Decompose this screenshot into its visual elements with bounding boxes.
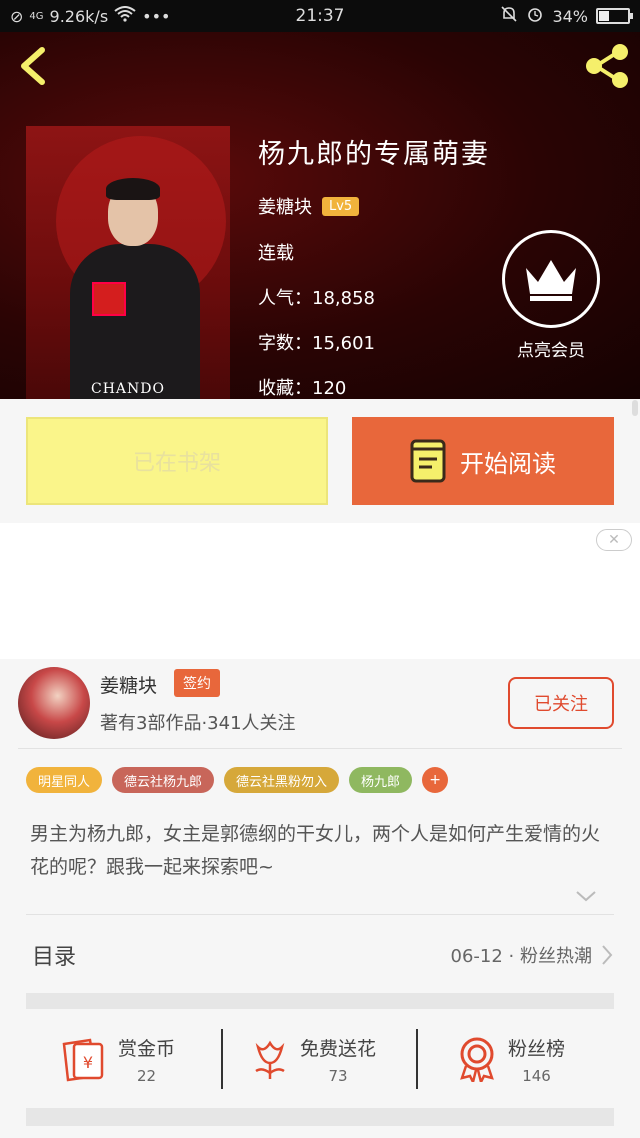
table-of-contents-row[interactable]: 目录 06-12 · 粉丝热潮 [0, 915, 640, 993]
book-favorites: 收藏：120 [258, 378, 347, 399]
book-word-count: 字数：15,601 [258, 333, 375, 354]
book-description: 男主为杨九郎，女主是郭德纲的干女儿，两个人是如何产生爱情的火花的呢？跟我一起来探… [30, 823, 601, 878]
chevron-right-icon [602, 945, 613, 965]
flower-icon [255, 1040, 285, 1079]
ad-close-button[interactable]: ✕ [596, 529, 632, 551]
share-button[interactable] [582, 42, 632, 90]
battery-icon [596, 8, 633, 24]
action-name: 免费送花 [300, 1037, 377, 1060]
start-reading-button[interactable]: 开始阅读 [352, 417, 614, 505]
book-info: 杨九郎的专属萌妻 姜糖块 Lv5 连载 人气：18,858 字数：15,601 … [258, 132, 490, 399]
send-flower-button[interactable]: 免费送花 73 [250, 1027, 376, 1091]
scrollbar[interactable] [632, 400, 638, 416]
toc-label: 目录 [32, 945, 77, 970]
book-status: 连载 [258, 243, 294, 264]
separator [416, 1029, 418, 1089]
action-name: 赏金币 [118, 1037, 176, 1060]
book-icon [410, 439, 446, 483]
svg-text:¥: ¥ [83, 1053, 93, 1072]
tag-item[interactable]: 杨九郎 [349, 767, 413, 793]
in-shelf-button[interactable]: 已在书架 [26, 417, 328, 505]
vip-label: 点亮会员 [517, 341, 585, 361]
mute-bell-icon [500, 5, 518, 27]
follow-button[interactable]: 已关注 [508, 677, 614, 729]
tag-item[interactable]: 明星同人 [26, 767, 103, 793]
author-stats: 著有3部作品·341人关注 [100, 713, 296, 734]
crown-icon [502, 230, 600, 328]
section-band [26, 1108, 614, 1126]
level-badge: Lv5 [322, 196, 360, 216]
alarm-icon [526, 5, 544, 27]
separator [221, 1029, 223, 1089]
start-reading-label: 开始阅读 [460, 449, 556, 478]
action-buttons: 已在书架 开始阅读 [0, 399, 640, 523]
share-icon [586, 44, 628, 88]
no-disturb-icon: ⊘ [10, 6, 24, 26]
book-author[interactable]: 姜糖块 [258, 193, 312, 219]
cover-figure-body [70, 244, 200, 399]
coin-envelope-icon: ¥ [62, 1038, 104, 1082]
vip-button[interactable]: 点亮会员 [502, 230, 600, 361]
book-cover[interactable]: CHANDO [26, 126, 230, 399]
tag-list: 明星同人 德云社杨九郎 德云社黑粉勿入 杨九郎 + [26, 767, 449, 793]
network-label: 4G [29, 10, 44, 22]
book-popularity: 人气：18,858 [258, 288, 375, 309]
book-header: CHANDO 杨九郎的专属萌妻 姜糖块 Lv5 连载 人气：18,858 字数：… [0, 32, 640, 399]
wifi-icon [114, 6, 136, 26]
back-button[interactable] [14, 44, 54, 88]
action-count: 22 [136, 1066, 157, 1085]
medal-icon [460, 1037, 494, 1082]
reward-actions: ¥ 赏金币 22 免费送花 73 粉丝榜 146 [0, 1009, 640, 1109]
toc-update: 06-12 · 粉丝热潮 [450, 946, 592, 967]
book-title: 杨九郎的专属萌妻 [258, 139, 490, 170]
divider [18, 748, 622, 749]
author-name[interactable]: 姜糖块 [100, 671, 157, 698]
cover-red-box [92, 282, 126, 316]
action-count: 73 [328, 1066, 348, 1085]
reward-coin-button[interactable]: ¥ 赏金币 22 [60, 1027, 175, 1091]
action-count: 146 [522, 1066, 551, 1085]
more-dots: ••• [142, 6, 171, 26]
cover-brand: CHANDO [91, 381, 165, 397]
network-speed: 9.26k/s [49, 6, 109, 26]
fan-ranking-button[interactable]: 粉丝榜 146 [456, 1027, 565, 1091]
battery-percent: 34% [552, 6, 588, 26]
add-tag-button[interactable]: + [422, 767, 449, 793]
close-icon: ✕ [608, 532, 620, 548]
battery-fill [599, 11, 609, 21]
status-bar: ⊘ 4G 9.26k/s ••• 21:37 34% [0, 0, 640, 32]
back-arrow-icon [21, 47, 45, 85]
section-band [26, 993, 614, 1009]
tag-item[interactable]: 德云社杨九郎 [112, 767, 215, 793]
expand-chevron-icon[interactable] [574, 888, 598, 904]
author-card: 姜糖块 签约 著有3部作品·341人关注 已关注 [0, 659, 640, 749]
signed-badge: 签约 [174, 669, 220, 697]
cover-figure-hair [106, 178, 160, 200]
author-avatar[interactable] [18, 667, 90, 739]
action-name: 粉丝榜 [508, 1037, 566, 1060]
tag-item[interactable]: 德云社黑粉勿入 [224, 767, 340, 793]
ad-banner: ✕ [0, 523, 640, 659]
